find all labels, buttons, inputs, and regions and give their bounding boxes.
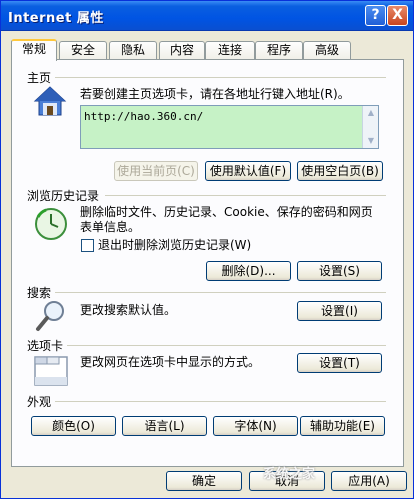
- history-description-line1: 删除临时文件、历史记录、Cookie、保存的密码和网页: [80, 205, 373, 219]
- section-divider: [67, 345, 386, 346]
- tab-security[interactable]: 安全: [59, 41, 107, 60]
- tab-advanced[interactable]: 高级: [303, 41, 351, 60]
- help-button[interactable]: ?: [365, 5, 386, 26]
- tabs-description: 更改网页在选项卡中显示的方式。: [80, 355, 261, 369]
- search-magnifier-icon: [36, 301, 64, 331]
- tabs-settings-button[interactable]: 设置(T): [297, 353, 382, 373]
- appearance-section-label: 外观: [27, 395, 52, 409]
- delete-history-on-exit-label[interactable]: 退出时删除浏览历史记录(W): [98, 238, 251, 253]
- scroll-down-icon[interactable]: ▼: [364, 134, 378, 148]
- colors-button[interactable]: 颜色(O): [31, 416, 116, 436]
- ok-button[interactable]: 确定: [166, 471, 242, 491]
- search-settings-button[interactable]: 设置(I): [297, 301, 382, 321]
- close-button[interactable]: X: [387, 5, 408, 26]
- use-current-page-button[interactable]: 使用当前页(C): [114, 161, 198, 181]
- tab-general[interactable]: 常规: [11, 39, 57, 61]
- use-default-button[interactable]: 使用默认值(F): [205, 161, 291, 181]
- home-icon: [33, 86, 67, 116]
- fonts-button[interactable]: 字体(N): [213, 416, 298, 436]
- languages-button[interactable]: 语言(L): [122, 416, 207, 436]
- title-bar[interactable]: Internet 属性 ? X: [1, 1, 413, 31]
- use-blank-button[interactable]: 使用空白页(B): [297, 161, 383, 181]
- tab-programs[interactable]: 程序: [255, 41, 303, 60]
- tab-connections[interactable]: 连接: [205, 41, 255, 60]
- history-settings-button[interactable]: 设置(S): [297, 261, 382, 281]
- window-title: Internet 属性: [8, 11, 104, 26]
- section-divider: [55, 77, 386, 78]
- section-divider: [55, 401, 386, 402]
- accessibility-button[interactable]: 辅助功能(E): [300, 416, 385, 436]
- url-scrollbar[interactable]: ▲ ▼: [362, 106, 378, 148]
- home-page-url-input[interactable]: http://hao.360.cn/ ▲ ▼: [80, 105, 379, 149]
- home-section-label: 主页: [27, 71, 52, 85]
- search-description: 更改搜索默认值。: [80, 303, 177, 317]
- scroll-up-icon[interactable]: ▲: [364, 106, 378, 120]
- tab-strip: 常规 安全 隐私 内容 连接 程序 高级: [11, 39, 403, 61]
- tab-content[interactable]: 内容: [159, 41, 205, 60]
- section-divider: [55, 292, 386, 293]
- home-description: 若要创建主页选项卡，请在各地址行键入地址(R)。: [80, 87, 350, 101]
- tabs-section-label: 选项卡: [27, 339, 64, 353]
- section-divider: [105, 195, 386, 196]
- history-description-line2: 表单信息。: [80, 220, 141, 234]
- internet-options-window: Internet 属性 ? X 常规 安全 隐私 内容 连接 程序 高级 主页 …: [0, 0, 414, 499]
- tab-privacy[interactable]: 隐私: [109, 41, 157, 60]
- apply-button[interactable]: 应用(A): [331, 471, 407, 491]
- history-section-label: 浏览历史记录: [27, 189, 100, 203]
- home-page-url-value: http://hao.360.cn/: [84, 110, 204, 123]
- watermark-text: 系统之家: [263, 467, 316, 482]
- delete-history-button[interactable]: 删除(D)...: [206, 261, 291, 281]
- history-clock-icon: [35, 208, 67, 240]
- tabs-window-icon: [34, 356, 68, 386]
- delete-history-on-exit-checkbox[interactable]: [81, 239, 94, 252]
